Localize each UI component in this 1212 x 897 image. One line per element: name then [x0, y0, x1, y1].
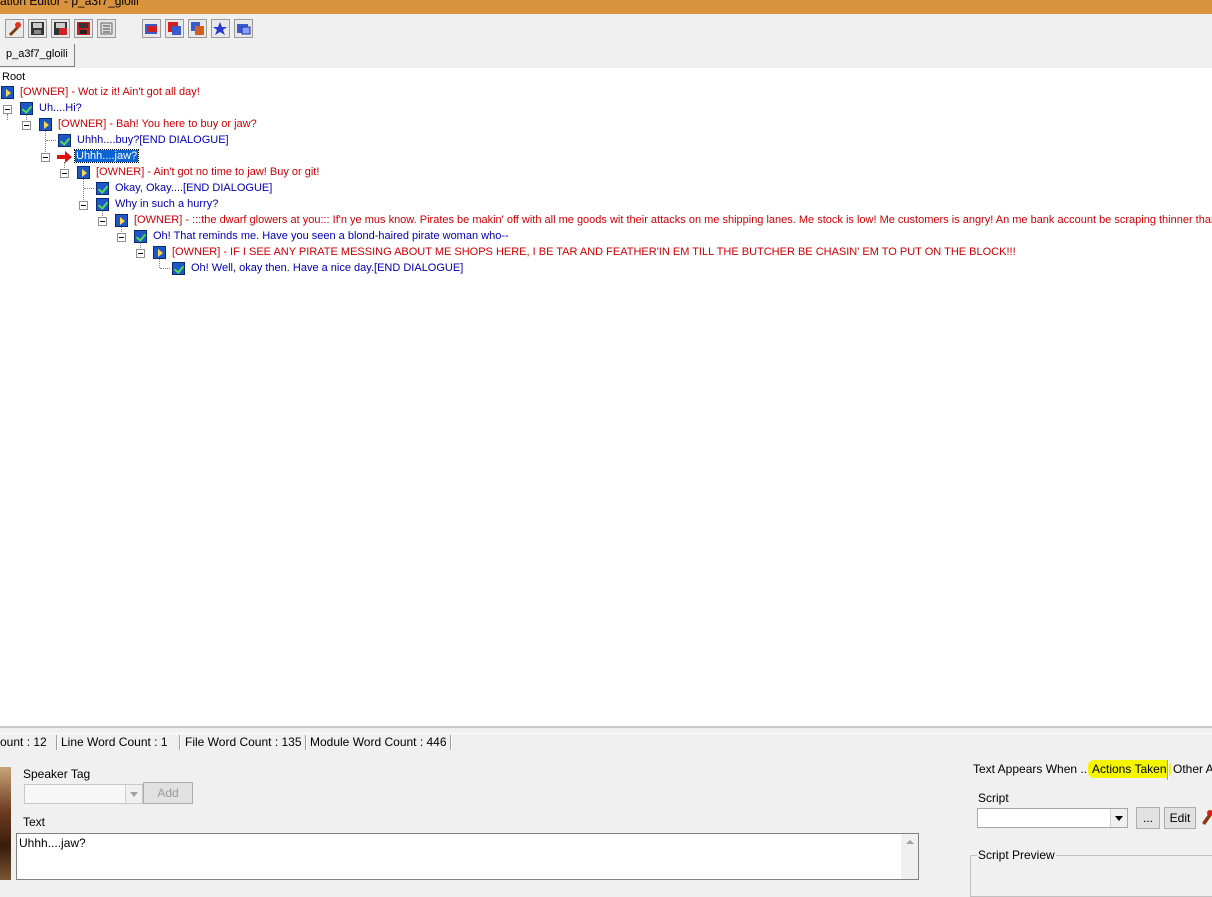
status-divider	[179, 735, 181, 750]
tree-connector	[46, 140, 56, 141]
tree-connector	[160, 268, 170, 269]
count-status: ount : 12	[0, 735, 47, 749]
tree-node-npc[interactable]: [OWNER] - IF I SEE ANY PIRATE MESSING AB…	[172, 245, 1016, 259]
wizard-icon[interactable]	[5, 19, 24, 38]
tree-root[interactable]: Root	[2, 70, 25, 84]
tree-node-pc[interactable]: Uh....Hi?	[39, 101, 82, 115]
script-label: Script	[978, 791, 1009, 805]
tab-actions-taken-label: Actions Taken	[1088, 760, 1171, 778]
node-text-field[interactable]: Uhhh....jaw?	[16, 833, 919, 880]
tree-connector	[7, 114, 8, 120]
tree-node-npc[interactable]: [OWNER] - Wot iz it! Ain't got all day!	[20, 85, 200, 99]
link-node-icon[interactable]	[211, 19, 230, 38]
npc-line-icon	[77, 166, 90, 179]
wizard-icon[interactable]	[1200, 809, 1212, 825]
tree-node-pc[interactable]: Why in such a hurry?	[115, 197, 218, 211]
speaker-tag-label: Speaker Tag	[23, 767, 91, 781]
status-bar: ount : 12 Line Word Count : 1 File Word …	[0, 733, 1212, 752]
line-word-count: Line Word Count : 1	[61, 735, 168, 749]
toolbar	[0, 14, 1212, 44]
npc-line-icon	[153, 246, 166, 259]
chevron-down-icon	[1110, 809, 1127, 827]
npc-line-icon	[39, 118, 52, 131]
pc-line-icon	[58, 134, 71, 147]
tree-node-pc[interactable]: Oh! That reminds me. Have you seen a blo…	[153, 229, 509, 243]
pc-line-icon	[96, 198, 109, 211]
node-editor-panel: Speaker Tag Add Text Uhhh....jaw? Text A…	[0, 751, 1212, 897]
pc-line-icon	[172, 262, 185, 275]
pc-line-icon	[134, 230, 147, 243]
tree-node-pc[interactable]: Uhhh....buy?[END DIALOGUE]	[77, 133, 229, 147]
collapse-toggle[interactable]	[60, 169, 69, 178]
pc-line-icon	[20, 102, 33, 115]
script-select[interactable]	[977, 808, 1128, 828]
chevron-down-icon	[125, 785, 142, 803]
edit-script-button[interactable]: Edit	[1164, 807, 1196, 829]
tree-node-pc-selected[interactable]: Uhhh....jaw?	[73, 149, 140, 163]
node-text-value: Uhhh....jaw?	[19, 836, 86, 850]
speaker-portrait	[0, 767, 11, 880]
properties-icon[interactable]	[234, 19, 253, 38]
add-pc-line-icon[interactable]	[165, 19, 184, 38]
text-label: Text	[23, 815, 46, 829]
pc-line-icon	[96, 182, 109, 195]
current-node-arrow-icon	[57, 151, 72, 163]
module-word-count: Module Word Count : 446	[310, 735, 447, 749]
tab-text-appears-when[interactable]: Text Appears When ...	[973, 758, 1090, 780]
add-npc-line-icon[interactable]	[142, 19, 161, 38]
npc-line-icon	[1, 86, 14, 99]
speaker-tag-select[interactable]	[24, 784, 143, 804]
tab-file[interactable]: p_a3f7_gloili	[0, 44, 75, 67]
collapse-toggle[interactable]	[3, 105, 12, 114]
script-preview-label: Script Preview	[977, 848, 1056, 862]
window-title: sation Editor - p_a3f7_gloili	[0, 0, 139, 8]
tree-node-pc[interactable]: Oh! Well, okay then. Have a nice day.[EN…	[191, 261, 463, 275]
add-button[interactable]: Add	[143, 782, 193, 804]
tab-actions-taken[interactable]: Actions Taken	[1088, 758, 1171, 780]
title-bar: sation Editor - p_a3f7_gloili	[0, 0, 1212, 14]
tree-connector	[84, 188, 94, 189]
tab-other-actions[interactable]: Other Ac	[1173, 758, 1212, 780]
dialogue-tree[interactable]: Root [OWNER] - Wot iz it! Ain't got all …	[0, 68, 1212, 728]
collapse-toggle[interactable]	[79, 201, 88, 210]
file-tabs: p_a3f7_gloili	[0, 44, 1212, 69]
status-divider	[450, 735, 452, 750]
tree-node-npc[interactable]: [OWNER] - Bah! You here to buy or jaw?	[58, 117, 257, 131]
save-red-icon[interactable]	[51, 19, 70, 38]
collapse-toggle[interactable]	[22, 121, 31, 130]
collapse-toggle[interactable]	[98, 217, 107, 226]
tree-node-pc[interactable]: Okay, Okay....[END DIALOGUE]	[115, 181, 272, 195]
copy-node-icon[interactable]	[188, 19, 207, 38]
save-all-icon[interactable]	[74, 19, 93, 38]
collapse-toggle[interactable]	[136, 249, 145, 258]
tree-node-npc[interactable]: [OWNER] - Ain't got no time to jaw! Buy …	[96, 165, 319, 179]
tab-divider	[1167, 760, 1169, 780]
collapse-toggle[interactable]	[117, 233, 126, 242]
npc-line-icon	[115, 214, 128, 227]
tree-node-npc[interactable]: [OWNER] - :::the dwarf glowers at you:::…	[134, 213, 1212, 227]
save-icon[interactable]	[28, 19, 47, 38]
script-preview-group: Script Preview	[970, 848, 1212, 897]
text-scrollbar[interactable]	[901, 834, 918, 879]
tree-connector	[159, 258, 160, 268]
file-word-count: File Word Count : 135	[185, 735, 302, 749]
list-icon[interactable]	[97, 19, 116, 38]
status-divider	[56, 735, 58, 750]
browse-script-button[interactable]: ...	[1136, 807, 1160, 829]
collapse-toggle[interactable]	[41, 153, 50, 162]
status-divider	[305, 735, 307, 750]
